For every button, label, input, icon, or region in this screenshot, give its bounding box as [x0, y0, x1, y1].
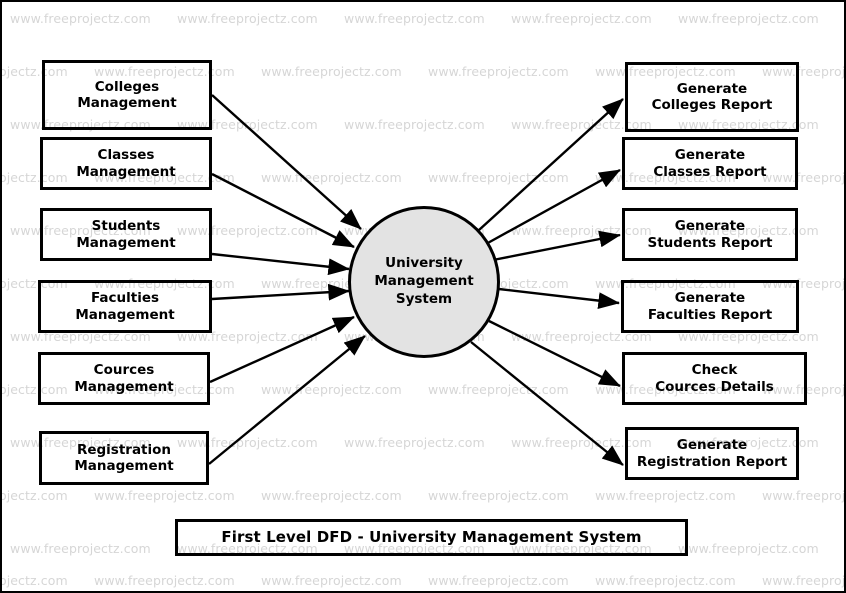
output-generate-classes-report[interactable]: Generate Classes Report [622, 137, 798, 190]
flow-classes-to-system [211, 172, 355, 249]
faculties-management-label: Faculties Management [75, 290, 175, 323]
students-management-label: Students Management [76, 218, 176, 251]
flow-system-to-faculties-report [498, 287, 620, 309]
registration-management-label: Registration Management [74, 441, 174, 474]
output-generate-students-report[interactable]: Generate Students Report [622, 208, 798, 261]
diagram-canvas: Colleges Management Classes Management Stu… [2, 2, 844, 591]
flow-system-to-students-report [492, 230, 621, 262]
output-generate-registration-report[interactable]: Generate Registration Report [625, 427, 799, 480]
output-check-cources-details[interactable]: Check Cources Details [622, 352, 807, 405]
flow-cources-to-system [209, 315, 355, 384]
output-generate-faculties-report[interactable]: Generate Faculties Report [621, 280, 799, 333]
process-label: University Management System [374, 255, 474, 307]
entity-registration-management[interactable]: Registration Management [39, 431, 209, 485]
dfd-page: www.freeprojectz.com www.freeprojectz.com… [0, 0, 846, 593]
generate-classes-report-label: Generate Classes Report [653, 147, 767, 180]
flow-system-to-cources-details [488, 319, 621, 388]
entity-faculties-management[interactable]: Faculties Management [38, 280, 212, 333]
flow-system-to-classes-report [485, 168, 621, 246]
diagram-title: First Level DFD - University Management … [221, 528, 642, 547]
generate-registration-report-label: Generate Registration Report [636, 437, 788, 470]
check-cources-details-label: Check Cources Details [655, 362, 774, 395]
process-university-management-system[interactable]: University Management System [348, 206, 500, 358]
cources-management-label: Cources Management [74, 362, 174, 395]
generate-colleges-report-label: Generate Colleges Report [651, 80, 773, 113]
colleges-management-label: Colleges Management [77, 78, 177, 111]
generate-faculties-report-label: Generate Faculties Report [647, 290, 773, 323]
generate-students-report-label: Generate Students Report [647, 218, 773, 251]
diagram-caption: First Level DFD - University Management … [175, 519, 688, 556]
classes-management-label: Classes Management [76, 147, 176, 180]
flow-colleges-to-system [211, 94, 362, 230]
flow-faculties-to-system [211, 283, 350, 301]
flow-students-to-system [211, 252, 350, 276]
flow-registration-to-system [208, 335, 366, 465]
entity-cources-management[interactable]: Cources Management [38, 352, 210, 405]
entity-students-management[interactable]: Students Management [40, 208, 212, 261]
flow-system-to-registration-report [470, 341, 624, 466]
inbound-flows [208, 94, 366, 465]
output-generate-colleges-report[interactable]: Generate Colleges Report [625, 62, 799, 132]
entity-colleges-management[interactable]: Colleges Management [42, 60, 212, 130]
flow-system-to-colleges-report [478, 98, 624, 231]
entity-classes-management[interactable]: Classes Management [40, 137, 212, 190]
